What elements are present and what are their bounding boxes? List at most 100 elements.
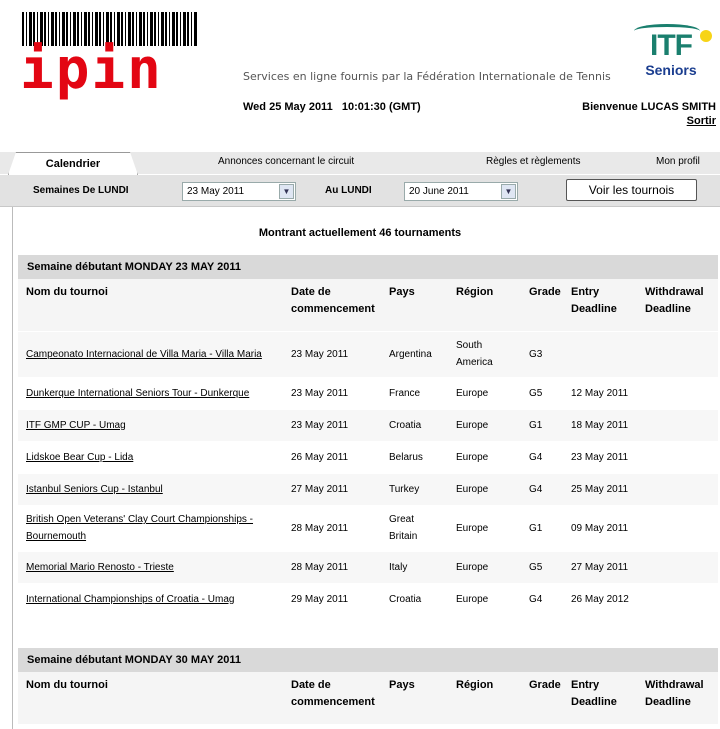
col-header-withdrawal-deadline[interactable]: Withdrawal Deadline: [637, 279, 718, 332]
table-row[interactable]: Istanbul Seniors Cup - Istanbul 27 May 20…: [18, 473, 718, 506]
from-week-value: 23 May 2011: [187, 186, 245, 197]
tab-bar: Calendrier Annonces concernant le circui…: [0, 148, 720, 175]
grade: G4: [521, 583, 563, 616]
itf-arc-icon: [634, 24, 700, 38]
results-count: Montrant actuellement 46 tournaments: [258, 227, 462, 239]
start-date: 28 May 2011: [283, 505, 381, 552]
table-row[interactable]: Campeonato Internacional de Villa Maria …: [18, 331, 718, 378]
tournament-name-text[interactable]: Lidskoe Bear Cup - Lida: [26, 452, 133, 463]
from-week-select[interactable]: 23 May 2011 ▼: [182, 182, 296, 201]
tournament-name-text[interactable]: ITF GMP CUP - Umag: [26, 420, 126, 431]
col-header-country[interactable]: Pays: [381, 672, 448, 725]
welcome-text: Bienvenue LUCAS SMITH: [582, 101, 716, 113]
tournament-name-link[interactable]: Dunkerque International Seniors Tour - D…: [18, 377, 283, 410]
withdrawal-deadline: [637, 473, 718, 506]
logout-link[interactable]: Sortir: [687, 115, 716, 127]
entry-deadline: 18 May 2011: [563, 409, 637, 442]
entry-deadline: [563, 331, 637, 378]
tab-announcements[interactable]: Annonces concernant le circuit: [218, 156, 354, 167]
chevron-down-icon[interactable]: ▼: [501, 184, 516, 199]
region: Europe: [448, 473, 521, 506]
to-week-label: Au LUNDI: [325, 185, 372, 196]
col-header-date[interactable]: Date de commencement: [283, 279, 381, 332]
tournament-table: Nom du tournoi Date de commencement Pays…: [18, 672, 718, 725]
entry-deadline: 27 May 2011: [563, 551, 637, 584]
itf-seniors-logo[interactable]: ITF Seniors: [628, 22, 714, 82]
table-row[interactable]: British Open Veterans' Clay Court Champi…: [18, 505, 718, 552]
entry-deadline: 26 May 2012: [563, 583, 637, 616]
entry-deadline: 23 May 2011: [563, 441, 637, 474]
entry-deadline: 09 May 2011: [563, 505, 637, 552]
country: Belarus: [381, 441, 448, 474]
table-row[interactable]: Lidskoe Bear Cup - Lida 26 May 2011 Belaru…: [18, 441, 718, 474]
tournament-table: Nom du tournoi Date de commencement Pays…: [18, 279, 718, 616]
tournament-name-text[interactable]: British Open Veterans' Clay Court Champi…: [26, 514, 253, 542]
tournament-name-link[interactable]: Lidskoe Bear Cup - Lida: [18, 441, 283, 474]
tournament-name-text[interactable]: International Championships of Croatia -…: [26, 594, 234, 605]
main-content: Montrant actuellement 46 tournaments Sem…: [0, 207, 720, 729]
table-row[interactable]: International Championships of Croatia -…: [18, 583, 718, 616]
week-section: Semaine débutant MONDAY 23 MAY 2011 Nom …: [18, 255, 718, 616]
table-header-row: Nom du tournoi Date de commencement Pays…: [18, 672, 718, 725]
grade: G1: [521, 409, 563, 442]
itf-logo-subtitle: Seniors: [645, 62, 697, 78]
tournament-name-link[interactable]: International Championships of Croatia -…: [18, 583, 283, 616]
col-header-grade[interactable]: Grade: [521, 672, 563, 725]
col-header-region[interactable]: Région: [448, 279, 521, 332]
chevron-down-icon[interactable]: ▼: [279, 184, 294, 199]
tournament-name-link[interactable]: Istanbul Seniors Cup - Istanbul: [18, 473, 283, 506]
grade: G4: [521, 441, 563, 474]
tournament-name-link[interactable]: ITF GMP CUP - Umag: [18, 409, 283, 442]
current-datetime: Wed 25 May 2011 10:01:30 (GMT): [243, 101, 421, 113]
entry-deadline: 25 May 2011: [563, 473, 637, 506]
tournament-name-link[interactable]: Campeonato Internacional de Villa Maria …: [18, 331, 283, 378]
to-week-select[interactable]: 20 June 2011 ▼: [404, 182, 518, 201]
services-tagline: Services en ligne fournis par la Fédérat…: [243, 70, 611, 83]
col-header-date[interactable]: Date de commencement: [283, 672, 381, 725]
withdrawal-deadline: [637, 441, 718, 474]
col-header-withdrawal-deadline[interactable]: Withdrawal Deadline: [637, 672, 718, 725]
country: Italy: [381, 551, 448, 584]
region: Europe: [448, 551, 521, 584]
grade: G4: [521, 473, 563, 506]
filter-bar: Semaines De LUNDI 23 May 2011 ▼ Au LUNDI…: [0, 175, 720, 207]
start-date: 23 May 2011: [283, 409, 381, 442]
region: South America: [448, 331, 521, 378]
col-header-entry-deadline[interactable]: Entry Deadline: [563, 672, 637, 725]
region: Europe: [448, 583, 521, 616]
tournament-name-link[interactable]: British Open Veterans' Clay Court Champi…: [18, 505, 283, 552]
tournament-name-text[interactable]: Campeonato Internacional de Villa Maria …: [26, 349, 262, 360]
view-tournaments-button[interactable]: Voir les tournois: [566, 179, 697, 201]
col-header-name[interactable]: Nom du tournoi: [18, 672, 283, 725]
from-week-label: Semaines De LUNDI: [33, 185, 129, 196]
withdrawal-deadline: [637, 409, 718, 442]
ipin-logo[interactable]: ipin: [20, 40, 163, 100]
grade: G5: [521, 551, 563, 584]
entry-deadline: 12 May 2011: [563, 377, 637, 410]
tab-rules[interactable]: Règles et règlements: [486, 156, 581, 167]
tournament-name-text[interactable]: Dunkerque International Seniors Tour - D…: [26, 388, 249, 399]
country: Croatia: [381, 409, 448, 442]
col-header-grade[interactable]: Grade: [521, 279, 563, 332]
tournament-name-text[interactable]: Memorial Mario Renosto - Trieste: [26, 562, 174, 573]
table-row[interactable]: Memorial Mario Renosto - Trieste 28 May 2…: [18, 551, 718, 584]
tab-calendar[interactable]: Calendrier: [8, 152, 138, 175]
col-header-country[interactable]: Pays: [381, 279, 448, 332]
region: Europe: [448, 409, 521, 442]
col-header-region[interactable]: Région: [448, 672, 521, 725]
header: ipin Services en ligne fournis par la Fé…: [0, 0, 720, 148]
tab-profile[interactable]: Mon profil: [656, 156, 700, 167]
withdrawal-deadline: [637, 505, 718, 552]
country: Great Britain: [381, 505, 448, 552]
week-header: Semaine débutant MONDAY 23 MAY 2011: [18, 255, 718, 279]
col-header-entry-deadline[interactable]: Entry Deadline: [563, 279, 637, 332]
withdrawal-deadline: [637, 551, 718, 584]
col-header-name[interactable]: Nom du tournoi: [18, 279, 283, 332]
table-row[interactable]: ITF GMP CUP - Umag 23 May 2011 Croatia Euro…: [18, 409, 718, 442]
tournament-name-text[interactable]: Istanbul Seniors Cup - Istanbul: [26, 484, 163, 495]
tournament-name-link[interactable]: Memorial Mario Renosto - Trieste: [18, 551, 283, 584]
region: Europe: [448, 441, 521, 474]
table-row[interactable]: Dunkerque International Seniors Tour - D…: [18, 377, 718, 410]
grade: G5: [521, 377, 563, 410]
grade: G1: [521, 505, 563, 552]
